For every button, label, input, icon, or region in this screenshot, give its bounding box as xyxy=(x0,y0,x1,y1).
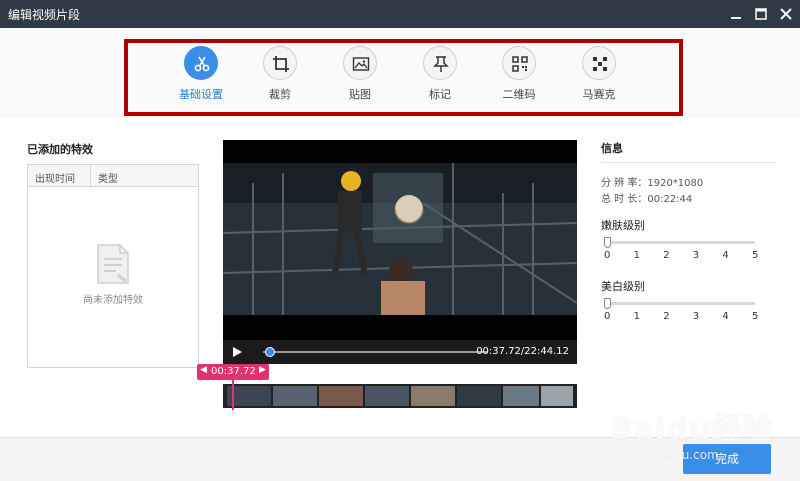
tool-label: 裁剪 xyxy=(269,88,291,101)
tool-crop[interactable]: 裁剪 xyxy=(245,43,315,103)
seek-handle[interactable] xyxy=(264,347,275,357)
whiten-level-label: 美白级别 xyxy=(601,280,645,293)
minimize-icon xyxy=(731,17,741,19)
window-title: 编辑视频片段 xyxy=(8,8,81,22)
column-type[interactable]: 类型 xyxy=(98,170,118,185)
whiten-level-handle[interactable] xyxy=(604,298,611,309)
timeline-time: 00:37.72 xyxy=(211,366,256,377)
close-button[interactable] xyxy=(776,4,796,24)
tool-mark[interactable]: 标记 xyxy=(405,43,475,103)
timeline-playhead[interactable] xyxy=(232,380,234,410)
pin-icon xyxy=(433,56,449,72)
column-divider xyxy=(90,165,91,187)
resolution-value: 1920*1080 xyxy=(647,178,704,189)
resolution-row: 分 辨 率：1920*1080 xyxy=(601,174,703,189)
empty-document-icon xyxy=(97,244,129,284)
duration-value: 00:22:44 xyxy=(647,194,693,205)
step-back-icon[interactable]: ◀ xyxy=(200,365,207,375)
image-icon xyxy=(352,57,370,71)
slider-tick-label: 2 xyxy=(663,250,670,261)
smooth-level-slider[interactable] xyxy=(607,241,755,244)
watermark: Baidu经验 jingyan.baidu.com xyxy=(590,392,800,480)
tool-bar: 基础设置 裁剪 贴图 标记 二维码 马赛克 xyxy=(0,28,800,118)
slider-tick-label: 3 xyxy=(692,250,700,261)
slider-tick-label: 1 xyxy=(633,250,640,261)
video-scene xyxy=(223,163,577,315)
crop-icon xyxy=(273,56,289,72)
mosaic-icon xyxy=(593,57,607,71)
tool-circle xyxy=(184,46,218,80)
whiten-level-slider[interactable] xyxy=(607,302,755,305)
slider-tick-label: 0 xyxy=(604,311,611,322)
scissors-icon xyxy=(194,56,210,72)
info-divider xyxy=(601,162,777,163)
tool-label: 贴图 xyxy=(349,88,371,101)
title-bar: 编辑视频片段 xyxy=(0,0,800,28)
close-icon xyxy=(780,8,792,20)
slider-tick-label: 3 xyxy=(692,311,700,322)
slider-tick-label: 1 xyxy=(633,311,640,322)
player-controls: 00:37.72/22:44.12 xyxy=(223,340,577,364)
slider-tick-label: 4 xyxy=(722,311,729,322)
tool-mosaic[interactable]: 马赛克 xyxy=(564,43,634,103)
qrcode-icon xyxy=(512,56,528,72)
tool-circle xyxy=(343,46,377,80)
maximize-icon xyxy=(755,8,767,20)
time-display: 00:37.72/22:44.12 xyxy=(476,346,569,357)
slider-tick-label: 2 xyxy=(663,311,670,322)
effects-title: 已添加的特效 xyxy=(27,143,93,156)
tool-sticker[interactable]: 贴图 xyxy=(325,43,395,103)
effects-table-header: 出现时间 类型 xyxy=(28,165,198,187)
slider-tick-label: 4 xyxy=(722,250,729,261)
column-time[interactable]: 出现时间 xyxy=(35,170,75,185)
tool-circle xyxy=(502,46,536,80)
info-title: 信息 xyxy=(601,142,623,155)
effects-table[interactable]: 出现时间 类型 尚未添加特效 xyxy=(27,164,199,368)
tool-label: 标记 xyxy=(429,88,451,101)
tool-circle xyxy=(263,46,297,80)
watermark-logo: Baidu经验 xyxy=(610,412,774,447)
duration-label: 总 时 长： xyxy=(601,194,648,205)
step-forward-icon[interactable]: ▶ xyxy=(259,365,266,375)
smooth-level-label: 嫩肤级别 xyxy=(601,219,645,232)
tool-label: 马赛克 xyxy=(582,88,616,101)
tool-qrcode[interactable]: 二维码 xyxy=(484,43,554,103)
video-preview[interactable]: 00:37.72/22:44.12 xyxy=(223,140,577,364)
resolution-label: 分 辨 率： xyxy=(601,178,648,189)
tool-label: 基础设置 xyxy=(179,88,223,101)
slider-tick-label: 5 xyxy=(752,311,759,322)
tool-circle xyxy=(582,46,616,80)
maximize-button[interactable] xyxy=(751,4,771,24)
duration-row: 总 时 长：00:22:44 xyxy=(601,190,692,205)
slider-tick-label: 5 xyxy=(752,250,759,261)
empty-message: 尚未添加特效 xyxy=(83,295,143,306)
filmstrip[interactable] xyxy=(223,384,577,408)
filmstrip-thumbnails xyxy=(227,386,573,406)
play-icon[interactable] xyxy=(231,346,243,358)
video-frame xyxy=(223,163,577,315)
minimize-button[interactable] xyxy=(726,4,746,24)
tool-circle xyxy=(423,46,457,80)
tool-label: 二维码 xyxy=(502,88,536,101)
slider-tick-label: 0 xyxy=(604,250,611,261)
seek-bar[interactable] xyxy=(263,347,487,357)
smooth-level-handle[interactable] xyxy=(604,237,611,248)
tool-basic-settings[interactable]: 基础设置 xyxy=(166,43,236,103)
watermark-url: jingyan.baidu.com xyxy=(608,448,719,462)
timeline-position-tag[interactable]: ◀ 00:37.72 ▶ xyxy=(197,364,269,380)
